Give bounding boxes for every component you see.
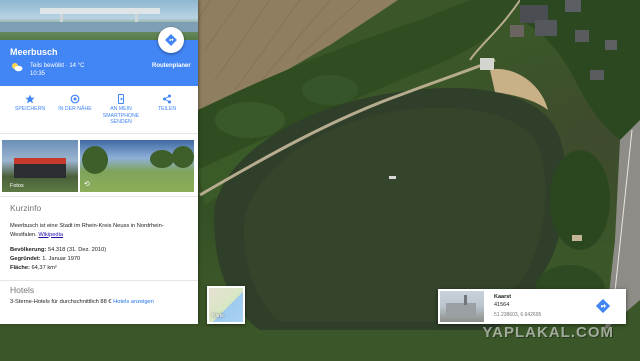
photos-thumbnail[interactable]: Fotos	[2, 140, 78, 192]
send-to-phone-label-2: SMARTPHONE	[102, 112, 140, 119]
divider	[0, 196, 198, 197]
partly-cloudy-icon	[12, 63, 23, 72]
directions-icon[interactable]	[596, 299, 610, 313]
place-card-coordinates: 51.238603, 6.642695	[494, 312, 542, 318]
route-button[interactable]	[158, 27, 184, 53]
place-info-panel: Meerbusch Teils bewölkt · 14 °C 10:35 Ro…	[0, 0, 198, 324]
hotels-text: 3-Sterne-Hotels für durchschnittlich 88 …	[10, 299, 112, 305]
save-button[interactable]: SPEICHERN	[10, 94, 50, 113]
photos-label: Fotos	[10, 183, 24, 189]
weather-time: 10:35	[30, 71, 46, 77]
nearby-button[interactable]: IN DER NÄHE	[53, 94, 97, 113]
fact-value: 1. Januar 1970	[42, 256, 81, 262]
phone-send-icon	[118, 94, 124, 104]
photo-strip: Fotos ⟲	[2, 140, 194, 192]
nearby-label: IN DER NÄHE	[58, 106, 92, 112]
show-hotels-link[interactable]: Hotels anzeigen	[113, 299, 154, 305]
description-text: Meerbusch ist eine Stadt im Rhein-Kreis …	[10, 223, 164, 238]
fact-value: 54.318 (31. Dez. 2010)	[47, 247, 107, 253]
send-to-phone-button[interactable]: AN MEIN SMARTPHONE SENDEN	[99, 94, 143, 126]
hotels-heading: Hotels	[10, 285, 35, 295]
watermark: YAPLAKAL.COM	[482, 324, 614, 341]
map-layer-toggle[interactable]: Karte	[207, 286, 245, 324]
divider	[0, 280, 198, 281]
place-card-zip: 41564	[494, 302, 510, 308]
star-icon	[25, 94, 35, 104]
fact-founded: Gegründet: 1. Januar 1970	[10, 256, 80, 262]
weather-info: Teils bewölkt · 14 °C 10:35	[30, 62, 84, 78]
fact-label: Gegründet:	[10, 256, 41, 262]
info-heading: Kurzinfo	[10, 203, 42, 213]
send-to-phone-label-3: SENDEN	[110, 119, 132, 125]
fact-label: Fläche:	[10, 265, 30, 271]
panorama-thumbnail[interactable]: ⟲	[80, 140, 194, 192]
share-icon	[163, 94, 171, 104]
hotels-summary: 3-Sterne-Hotels für durchschnittlich 88 …	[10, 299, 154, 305]
route-label[interactable]: Routenplaner	[152, 63, 191, 69]
360-icon: ⟲	[84, 181, 90, 188]
nearby-icon	[70, 94, 80, 104]
share-label: TEILEN	[157, 106, 177, 112]
place-card-photo	[440, 291, 484, 322]
fact-value: 64,37 km²	[31, 265, 57, 271]
action-bar: SPEICHERN IN DER NÄHE AN MEIN SMARTPHONE…	[0, 89, 198, 134]
save-label: SPEICHERN	[14, 106, 46, 112]
weather-condition: Teils bewölkt · 14 °C	[30, 63, 85, 69]
place-card-title: Kaarst	[494, 294, 512, 300]
place-header: Meerbusch Teils bewölkt · 14 °C 10:35 Ro…	[0, 27, 198, 86]
fact-area: Fläche: 64,37 km²	[10, 265, 57, 271]
layer-label: Karte	[212, 313, 224, 319]
fact-label: Bevölkerung:	[10, 247, 47, 253]
directions-icon	[165, 34, 177, 46]
place-title: Meerbusch	[10, 47, 58, 57]
fact-population: Bevölkerung: 54.318 (31. Dez. 2010)	[10, 247, 106, 253]
send-to-phone-label-1: AN MEIN	[110, 106, 132, 112]
wikipedia-link[interactable]: Wikipedia	[38, 232, 63, 238]
place-description: Meerbusch ist eine Stadt im Rhein-Kreis …	[10, 222, 188, 239]
share-button[interactable]: TEILEN	[147, 94, 187, 113]
